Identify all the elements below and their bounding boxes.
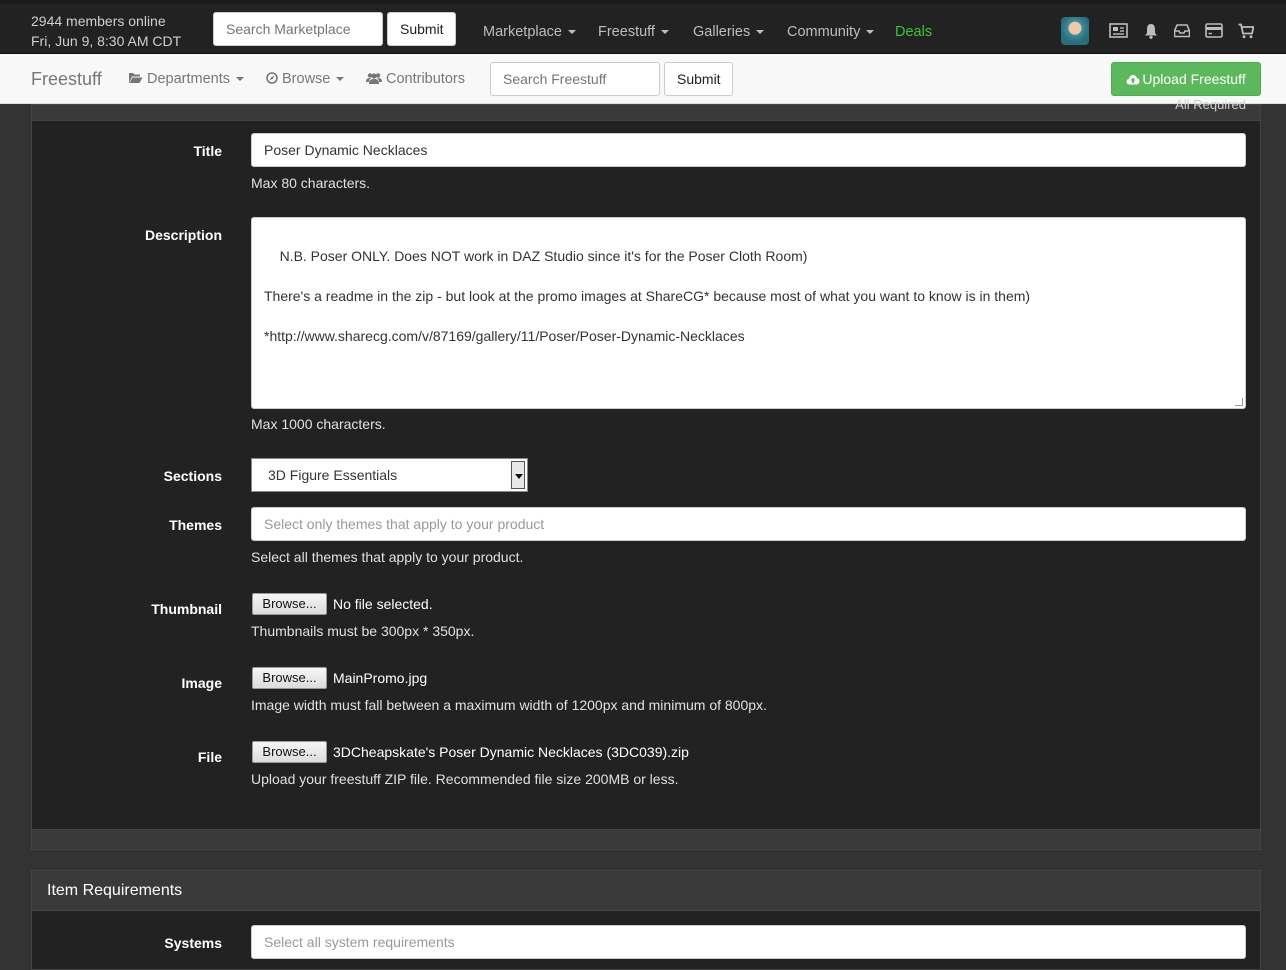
description-textarea[interactable]: N.B. Poser ONLY. Does NOT work in DAZ St… — [251, 217, 1246, 409]
upload-freestuff-label: Upload Freestuff — [1142, 71, 1246, 87]
chevron-down-icon — [567, 30, 576, 35]
nav-community-label: Community — [787, 24, 861, 40]
chevron-down-icon — [756, 30, 765, 35]
sections-label: Sections — [163, 468, 222, 484]
chevron-down-icon — [660, 30, 669, 35]
description-text: N.B. Poser ONLY. Does NOT work in DAZ St… — [264, 248, 1031, 344]
news-icon[interactable] — [1109, 23, 1128, 38]
nav-galleries[interactable]: Galleries — [693, 24, 765, 40]
image-help: Image width must fall between a maximum … — [251, 697, 767, 713]
sections-selected-value: 3D Figure Essentials — [268, 467, 398, 483]
zip-file-name: 3DCheapskate's Poser Dynamic Necklaces (… — [333, 744, 689, 760]
nav-freestuff[interactable]: Freestuff — [598, 24, 669, 40]
nav-marketplace[interactable]: Marketplace — [483, 24, 576, 40]
members-online: 2944 members online — [31, 13, 166, 29]
thumbnail-file-name: No file selected. — [333, 596, 433, 612]
chevron-down-icon — [866, 30, 875, 35]
description-help: Max 1000 characters. — [251, 416, 386, 432]
item-requirements-panel: Item Requirements Systems Select all sys… — [31, 870, 1261, 970]
upload-freestuff-button[interactable]: Upload Freestuff — [1111, 62, 1261, 96]
image-file-name: MainPromo.jpg — [333, 670, 428, 686]
thumbnail-help: Thumbnails must be 300px * 350px. — [251, 623, 475, 639]
panel-footer — [32, 829, 1260, 849]
current-datetime: Fri, Jun 9, 8:30 AM CDT — [31, 33, 182, 49]
systems-label: Systems — [164, 935, 222, 951]
chevron-down-icon — [336, 77, 345, 82]
all-required-note: All Required — [1175, 97, 1246, 112]
title-label: Title — [193, 143, 222, 159]
departments-menu[interactable]: Departments — [128, 71, 245, 87]
contributors-link[interactable]: Contributors — [366, 71, 465, 87]
resize-handle-icon[interactable] — [1235, 398, 1243, 406]
image-browse-button[interactable]: Browse... — [252, 667, 327, 689]
dropdown-arrow-icon[interactable] — [511, 461, 525, 489]
image-label: Image — [181, 675, 222, 691]
themes-input[interactable]: Select only themes that apply to your pr… — [251, 507, 1246, 541]
themes-help: Select all themes that apply to your pro… — [251, 549, 524, 565]
credit-card-icon[interactable] — [1205, 23, 1223, 38]
themes-label: Themes — [169, 517, 222, 533]
item-requirements-heading: Item Requirements — [32, 871, 1260, 911]
freestuff-details-panel: All Required Title Poser Dynamic Necklac… — [31, 97, 1261, 850]
users-icon — [366, 73, 382, 84]
thumbnail-browse-button[interactable]: Browse... — [252, 593, 327, 615]
marketplace-search-submit-button[interactable]: Submit — [387, 12, 456, 46]
freestuff-search-input[interactable] — [490, 62, 660, 96]
nav-marketplace-label: Marketplace — [483, 24, 562, 40]
nav-community[interactable]: Community — [787, 24, 875, 40]
file-help: Upload your freestuff ZIP file. Recommen… — [251, 771, 679, 787]
compass-icon — [266, 72, 278, 84]
browse-menu[interactable]: Browse — [266, 71, 345, 87]
chevron-down-icon — [236, 77, 245, 82]
browse-label: Browse — [282, 71, 331, 87]
file-browse-button[interactable]: Browse... — [252, 741, 327, 763]
site-status: 2944 members online Fri, Jun 9, 8:30 AM … — [31, 11, 181, 51]
nav-galleries-label: Galleries — [693, 24, 751, 40]
contributors-label: Contributors — [386, 71, 465, 87]
sections-select[interactable]: 3D Figure Essentials — [251, 458, 528, 492]
freestuff-search-submit-button[interactable]: Submit — [664, 62, 733, 96]
cart-icon[interactable] — [1238, 23, 1254, 39]
nav-deals[interactable]: Deals — [895, 24, 932, 40]
inbox-icon[interactable] — [1174, 23, 1190, 38]
description-label: Description — [144, 227, 222, 243]
file-label: File — [197, 749, 222, 765]
marketplace-search-input[interactable] — [213, 12, 383, 46]
departments-label: Departments — [147, 71, 231, 87]
freestuff-navbar: Freestuff Departments Browse Contributor… — [0, 54, 1286, 104]
bell-icon[interactable] — [1143, 23, 1159, 39]
nav-freestuff-label: Freestuff — [598, 24, 655, 40]
panel-header: All Required — [32, 97, 1260, 121]
cloud-upload-icon — [1126, 75, 1140, 85]
top-navbar: 2944 members online Fri, Jun 9, 8:30 AM … — [0, 0, 1286, 54]
title-help: Max 80 characters. — [251, 175, 371, 191]
thumbnail-label: Thumbnail — [151, 601, 222, 617]
folder-open-icon — [129, 73, 143, 83]
freestuff-brand-link[interactable]: Freestuff — [31, 69, 102, 90]
title-input[interactable]: Poser Dynamic Necklaces — [251, 133, 1246, 167]
avatar[interactable] — [1061, 17, 1089, 45]
systems-input[interactable]: Select all system requirements — [251, 925, 1246, 959]
